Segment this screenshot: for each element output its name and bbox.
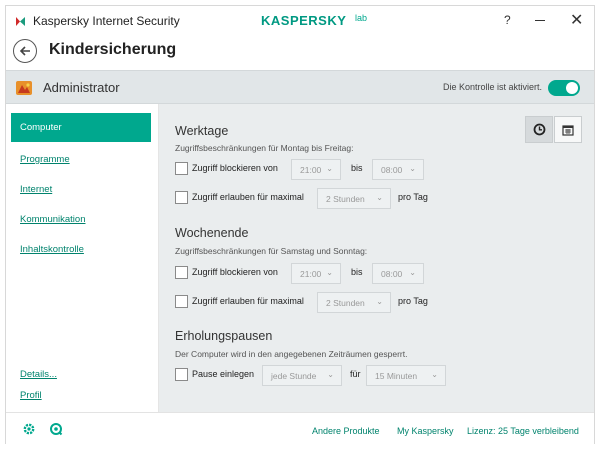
chevron-down-icon: ⌄ [326,268,333,277]
weekend-subtitle: Zugriffsbeschränkungen für Samstag und S… [175,246,368,256]
settings-gear-icon[interactable] [22,422,36,436]
sidebar: Computer Programme Internet Kommunikatio… [6,104,159,412]
details-link[interactable]: Details... [20,369,57,380]
chevron-down-icon: ⌄ [409,268,416,277]
chevron-down-icon: ⌄ [431,370,438,379]
breaks-row: Pause einlegen jede Stunde ⌄ für 15 Minu… [175,365,455,386]
breaks-duration-select[interactable]: 15 Minuten ⌄ [366,365,446,386]
weekdays-block-to-select[interactable]: 08:00 ⌄ [372,159,424,180]
weekdays-block-row: Zugriff blockieren von 21:00 ⌄ bis 08:00… [175,159,435,180]
weekend-allow-select[interactable]: 2 Stunden ⌄ [317,292,391,313]
weekend-block-row: Zugriff blockieren von 21:00 ⌄ bis 08:00… [175,263,435,284]
weekdays-allow-row: Zugriff erlauben für maximal 2 Stunden ⌄… [175,188,455,209]
close-button[interactable]: ✕ [570,10,583,30]
breaks-subtitle: Der Computer wird in den angegebenen Zei… [175,349,408,359]
page-title: Kindersicherung [49,41,177,58]
breaks-fuer-label: für [350,369,361,379]
weekend-block-checkbox[interactable] [175,266,188,279]
app-window: Kaspersky Internet Security KASPERSKY la… [5,5,595,445]
sidebar-item-kommunikation[interactable]: Kommunikation [20,214,85,225]
brand-logo: KASPERSKY [261,13,347,28]
sidebar-item-internet[interactable]: Internet [20,184,52,195]
support-icon[interactable] [49,422,63,436]
weekdays-allow-select[interactable]: 2 Stunden ⌄ [317,188,391,209]
chevron-down-icon: ⌄ [376,193,383,202]
breaks-title: Erholungspausen [175,329,273,343]
weekend-per-day-label: pro Tag [398,296,428,306]
weekend-bis-label: bis [351,267,363,277]
time-view-button[interactable] [525,116,553,143]
back-button[interactable] [13,39,37,63]
weekdays-block-label: Zugriff blockieren von [192,163,278,173]
user-avatar-icon [16,81,32,95]
weekdays-bis-label: bis [351,163,363,173]
weekend-block-to-value: 08:00 [381,269,403,279]
sidebar-item-inhaltskontrolle[interactable]: Inhaltskontrolle [20,244,84,255]
weekend-title: Wochenende [175,226,249,240]
breaks-interval-value: jede Stunde [271,371,317,381]
sidebar-item-programme[interactable]: Programme [20,154,70,165]
breaks-label: Pause einlegen [192,369,255,379]
user-name: Administrator [43,80,120,95]
chevron-down-icon: ⌄ [376,297,383,306]
brand-mark: lab [355,13,368,23]
kaspersky-logo-icon [16,17,25,26]
calendar-icon [562,124,574,136]
license-link[interactable]: Lizenz: 25 Tage verbleibend [467,426,579,436]
control-toggle[interactable] [548,80,580,96]
breaks-interval-select[interactable]: jede Stunde ⌄ [262,365,342,386]
weekend-allow-label: Zugriff erlauben für maximal [192,296,304,306]
weekdays-per-day-label: pro Tag [398,192,428,202]
weekdays-allow-label: Zugriff erlauben für maximal [192,192,304,202]
title-bar: Kaspersky Internet Security KASPERSKY la… [6,6,594,34]
chevron-down-icon: ⌄ [327,370,334,379]
weekdays-allow-value: 2 Stunden [326,194,365,204]
app-title: Kaspersky Internet Security [33,14,180,28]
view-switch [525,116,582,143]
weekend-allow-row: Zugriff erlauben für maximal 2 Stunden ⌄… [175,292,455,313]
weekdays-title: Werktage [175,124,229,138]
weekdays-block-to-value: 08:00 [381,165,403,175]
weekend-allow-checkbox[interactable] [175,295,188,308]
my-kaspersky-link[interactable]: My Kaspersky [397,426,454,436]
weekend-block-from-select[interactable]: 21:00 ⌄ [291,263,341,284]
footer: Andere Produkte My Kaspersky Lizenz: 25 … [6,412,594,445]
weekdays-block-checkbox[interactable] [175,162,188,175]
weekend-allow-value: 2 Stunden [326,298,365,308]
chevron-down-icon: ⌄ [409,164,416,173]
chevron-down-icon: ⌄ [326,164,333,173]
weekdays-subtitle: Zugriffsbeschränkungen für Montag bis Fr… [175,143,354,153]
weekend-block-from-value: 21:00 [300,269,322,279]
arrow-left-icon [19,46,30,56]
weekend-block-label: Zugriff blockieren von [192,267,278,277]
user-bar: Administrator Die Kontrolle ist aktivier… [6,70,594,104]
weekdays-block-from-value: 21:00 [300,165,322,175]
main-panel: Werktage Zugriffsbeschränkungen für Mont… [159,104,594,412]
weekend-block-to-select[interactable]: 08:00 ⌄ [372,263,424,284]
other-products-link[interactable]: Andere Produkte [312,426,380,436]
control-status-label: Die Kontrolle ist aktiviert. [442,82,542,92]
breaks-checkbox[interactable] [175,368,188,381]
weekdays-block-from-select[interactable]: 21:00 ⌄ [291,159,341,180]
sidebar-item-computer[interactable]: Computer [11,113,151,142]
weekdays-allow-checkbox[interactable] [175,191,188,204]
profile-link[interactable]: Profil [20,390,42,401]
calendar-view-button[interactable] [554,116,582,143]
breaks-duration-value: 15 Minuten [375,371,418,381]
clock-icon [533,123,545,136]
minimize-button[interactable] [535,20,545,21]
help-button[interactable]: ? [504,13,511,27]
